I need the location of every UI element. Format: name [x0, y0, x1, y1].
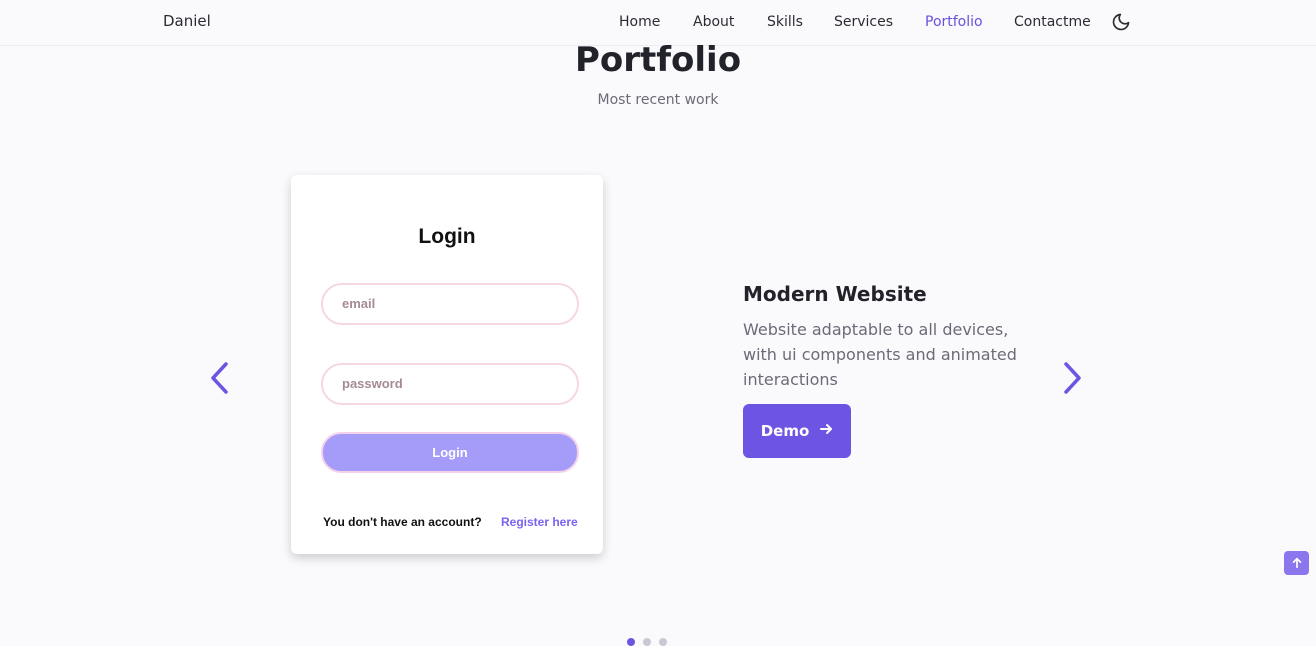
section-title: Portfolio [574, 40, 742, 80]
preview-login-button: Login [321, 432, 579, 473]
preview-email-field: email [321, 283, 579, 325]
arrow-up-icon [1291, 554, 1303, 573]
nav-link-portfolio[interactable]: Portfolio [925, 14, 983, 30]
preview-account-text: You don't have an account? [323, 515, 482, 529]
pagination-dot-2[interactable] [643, 638, 651, 646]
project-title: Modern Website [743, 282, 927, 306]
pagination-dot-1[interactable] [627, 638, 635, 646]
chevron-left-icon[interactable] [208, 360, 232, 396]
moon-icon[interactable] [1111, 12, 1131, 32]
preview-password-field: password [321, 363, 579, 405]
demo-button-label: Demo [760, 422, 810, 440]
scroll-up-button[interactable] [1284, 551, 1309, 575]
arrow-right-icon [819, 422, 833, 440]
nav-link-services[interactable]: Services [834, 14, 893, 30]
project-description: Website adaptable to all devices, with u… [743, 320, 1017, 389]
preview-login-heading: Login [418, 225, 476, 248]
nav-link-about[interactable]: About [693, 14, 734, 30]
carousel-pagination [627, 638, 671, 646]
nav-link-contactme[interactable]: Contactme [1014, 14, 1091, 30]
demo-button[interactable]: Demo [743, 404, 851, 458]
chevron-right-icon[interactable] [1060, 360, 1084, 396]
pagination-dot-3[interactable] [659, 638, 667, 646]
preview-register-link: Register here [501, 515, 578, 529]
nav-link-skills[interactable]: Skills [767, 14, 803, 30]
nav-link-home[interactable]: Home [619, 14, 660, 30]
section-subtitle: Most recent work [597, 92, 719, 108]
project-preview-card: Login email password Login You don't hav… [291, 175, 603, 554]
